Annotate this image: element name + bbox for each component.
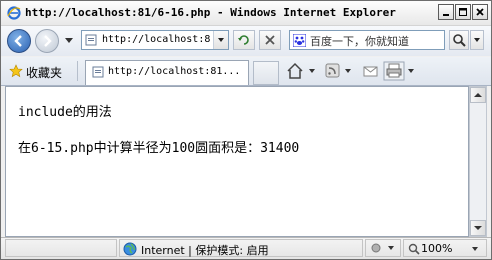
- minimize-button[interactable]: [438, 4, 454, 20]
- stop-button[interactable]: [259, 30, 281, 50]
- close-button[interactable]: [472, 4, 488, 20]
- internet-globe-icon: [123, 242, 137, 256]
- favorites-button[interactable]: 收藏夹: [26, 64, 62, 81]
- address-dropdown-button[interactable]: [213, 31, 228, 49]
- page-icon: [85, 34, 97, 46]
- search-options-dropdown[interactable]: [470, 30, 484, 50]
- tools-panel[interactable]: [365, 239, 401, 257]
- favorites-star-icon[interactable]: [9, 64, 23, 78]
- chevron-down-icon: [218, 38, 224, 42]
- security-settings-icon: [371, 243, 394, 253]
- scroll-up-icon: [474, 93, 482, 97]
- address-url[interactable]: http://localhost:8: [102, 34, 212, 45]
- zoom-magnifier-icon: [408, 243, 420, 255]
- search-button[interactable]: [449, 30, 469, 50]
- page-heading: include的用法: [18, 105, 112, 120]
- browser-window: http://localhost:81/6-16.php - Windows I…: [0, 0, 492, 260]
- refresh-button[interactable]: [233, 30, 255, 50]
- read-mail-icon[interactable]: [361, 61, 381, 81]
- vertical-scrollbar[interactable]: [469, 86, 487, 237]
- rss-feed-icon[interactable]: [323, 61, 363, 81]
- maximize-button[interactable]: [455, 4, 471, 20]
- window-title: http://localhost:81/6-16.php - Windows I…: [25, 6, 396, 19]
- status-panel: [5, 239, 117, 257]
- stop-icon: [265, 35, 275, 45]
- ie-icon: [7, 6, 21, 20]
- title-bar: http://localhost:81/6-16.php - Windows I…: [1, 1, 491, 26]
- chevron-down-icon: [474, 38, 480, 42]
- search-box[interactable]: 百度一下，你就知道: [289, 30, 445, 50]
- tab-current-page[interactable]: http://localhost:81...: [85, 60, 249, 85]
- forward-arrow-icon: [44, 35, 52, 47]
- scroll-down-icon: [474, 226, 482, 230]
- home-icon[interactable]: [285, 61, 325, 81]
- refresh-icon: [238, 35, 249, 45]
- baidu-paw-icon: [293, 34, 306, 47]
- back-button[interactable]: [7, 29, 31, 53]
- new-tab-button[interactable]: [253, 61, 279, 85]
- back-arrow-icon: [14, 35, 22, 47]
- page-icon: [92, 66, 104, 78]
- minimize-icon: [443, 14, 449, 16]
- forward-button[interactable]: [35, 29, 59, 53]
- address-bar[interactable]: http://localhost:8: [81, 30, 229, 50]
- tab-title: http://localhost:81...: [108, 66, 241, 77]
- close-icon: [476, 8, 484, 16]
- security-zone-text[interactable]: Internet | 保护模式: 启用: [141, 242, 269, 258]
- recent-pages-dropdown-icon[interactable]: [65, 38, 73, 44]
- search-input[interactable]: 百度一下，你就知道: [310, 33, 409, 49]
- zoom-level[interactable]: 100%: [421, 242, 452, 255]
- print-icon[interactable]: [383, 61, 419, 81]
- scroll-down-button[interactable]: [470, 220, 486, 236]
- zoom-dropdown-icon: [472, 247, 478, 251]
- scroll-up-button[interactable]: [470, 87, 486, 103]
- maximize-icon: [459, 8, 467, 16]
- toolbar-divider: [77, 61, 78, 81]
- page-content: include的用法 在6-15.php中计算半径为100圆面积是：31400: [5, 86, 469, 237]
- search-icon: [453, 34, 466, 47]
- area-result-text: 在6-15.php中计算半径为100圆面积是：31400: [18, 141, 300, 156]
